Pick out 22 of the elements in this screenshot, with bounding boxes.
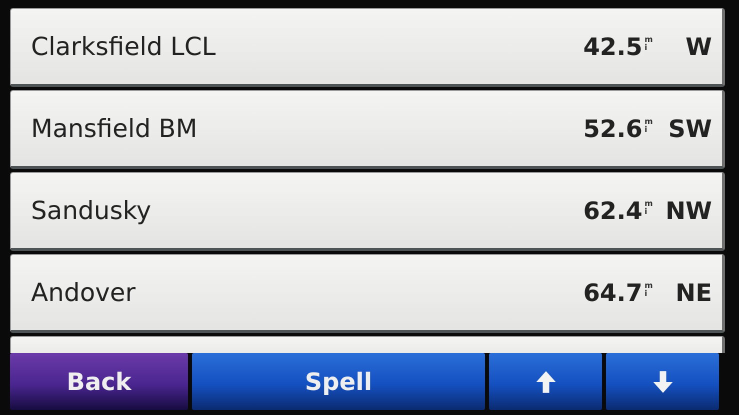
direction: W (684, 32, 712, 62)
scroll-up-button[interactable] (489, 353, 602, 410)
unit-label: mi (644, 282, 650, 297)
distance: 62.4 (583, 196, 642, 226)
unit-label: mi (644, 200, 650, 215)
place-name: Clarksfield LCL (31, 30, 217, 63)
distance: 52.6 (583, 114, 642, 144)
up-arrow-icon (534, 368, 558, 394)
place-name: Mansfield BM (31, 112, 198, 145)
place-name: Sandusky (31, 194, 152, 227)
place-name: Andover (31, 276, 137, 309)
distance: 64.7 (583, 278, 642, 308)
direction: SW (667, 114, 712, 144)
down-arrow-icon (650, 368, 674, 394)
direction: NW (664, 196, 712, 226)
unit-label: mi (644, 36, 650, 51)
direction: NE (674, 278, 712, 308)
distance: 42.5 (583, 32, 642, 62)
unit-label: mi (644, 118, 650, 133)
scroll-down-button[interactable] (606, 353, 719, 410)
spell-button[interactable]: Spell (192, 353, 485, 410)
back-button[interactable]: Back (10, 353, 188, 410)
